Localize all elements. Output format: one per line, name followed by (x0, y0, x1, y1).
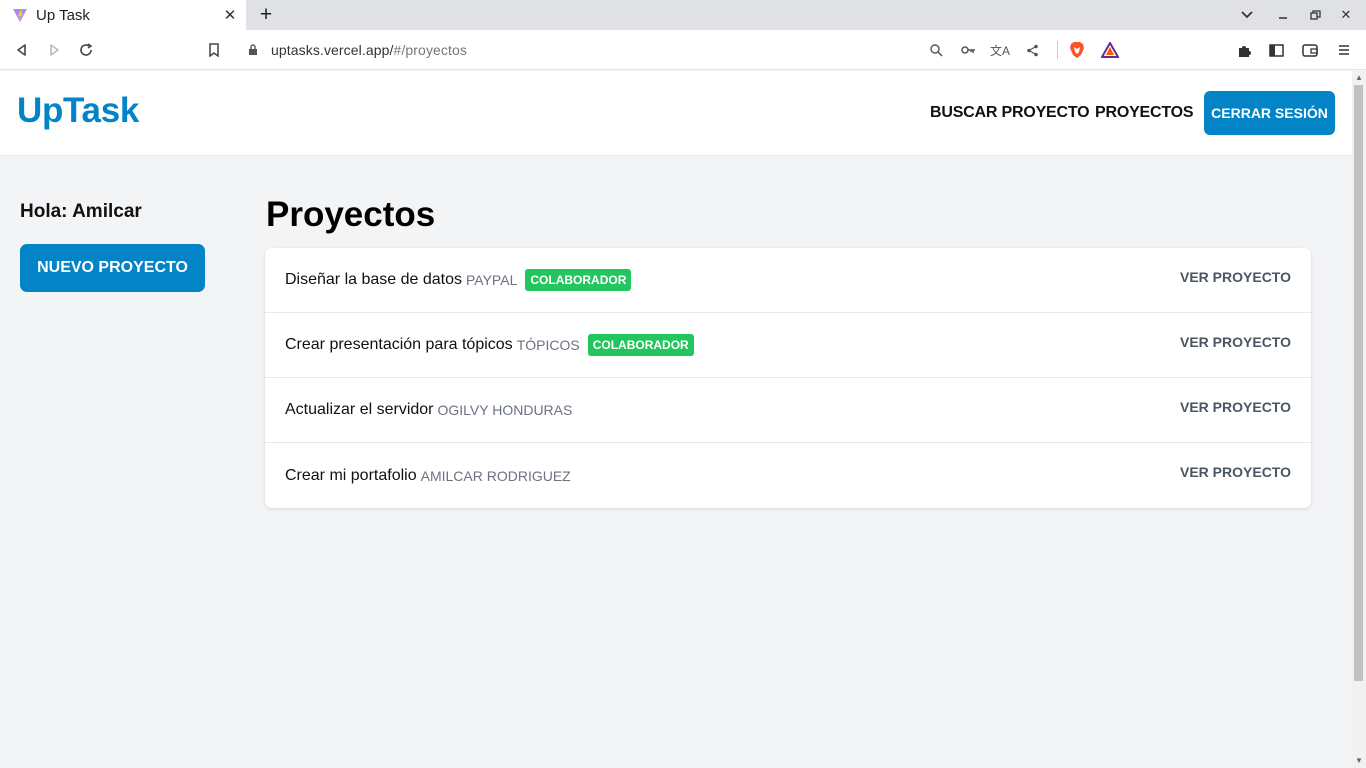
new-project-button[interactable]: NUEVO PROYECTO (20, 244, 205, 292)
page-scrollbar[interactable]: ▲ ▼ (1352, 71, 1366, 768)
sidebar-toggle-icon[interactable] (1264, 38, 1288, 62)
app-header: UpTask BUSCAR PROYECTO PROYECTOS CERRAR … (0, 71, 1352, 156)
close-tab-icon[interactable]: ✕ (218, 3, 242, 27)
scrollbar-thumb[interactable] (1354, 85, 1363, 681)
key-icon[interactable] (958, 40, 978, 60)
logout-button[interactable]: CERRAR SESIÓN (1204, 91, 1335, 135)
project-client: PAYPAL (466, 272, 518, 288)
url-separator (1057, 41, 1058, 59)
translate-icon[interactable]: 文A (990, 40, 1010, 60)
collaborator-badge: COLABORADOR (525, 269, 632, 291)
bookmark-icon[interactable] (202, 38, 226, 62)
project-name: Diseñar la base de datos (285, 271, 462, 288)
lock-icon (248, 43, 258, 61)
back-icon[interactable] (10, 38, 34, 62)
view-project-link[interactable]: VER PROYECTO (1180, 464, 1291, 480)
browser-tabbar: Up Task ✕ + ✕ (0, 0, 1366, 30)
page: UpTask BUSCAR PROYECTO PROYECTOS CERRAR … (0, 71, 1352, 768)
view-project-link[interactable]: VER PROYECTO (1180, 269, 1291, 285)
address-bar[interactable]: uptasks.vercel.app/#/proyectos 文A (237, 34, 1129, 66)
project-name: Crear presentación para tópicos (285, 336, 513, 353)
extensions-icon[interactable] (1232, 38, 1256, 62)
wallet-icon[interactable] (1298, 38, 1322, 62)
vite-favicon-icon (12, 7, 28, 23)
restore-icon[interactable] (1305, 5, 1325, 25)
view-project-link[interactable]: VER PROYECTO (1180, 399, 1291, 415)
project-row: Diseñar la base de datos PAYPAL COLABORA… (265, 248, 1311, 313)
nav-buscar-proyecto[interactable]: BUSCAR PROYECTO (930, 104, 1090, 122)
search-icon[interactable] (926, 40, 946, 60)
view-project-link[interactable]: VER PROYECTO (1180, 334, 1291, 350)
collaborator-badge: COLABORADOR (587, 334, 694, 356)
reload-icon[interactable] (74, 38, 98, 62)
browser-tab[interactable]: Up Task ✕ (0, 0, 246, 30)
project-row: Crear mi portafolio AMILCAR RODRIGUEZ VE… (265, 443, 1311, 508)
project-name: Actualizar el servidor (285, 401, 434, 418)
project-client: OGILVY HONDURAS (437, 402, 573, 418)
brave-shields-icon[interactable] (1067, 40, 1087, 60)
nav-proyectos[interactable]: PROYECTOS (1095, 104, 1194, 122)
scroll-down-icon[interactable]: ▼ (1355, 757, 1363, 765)
minimize-icon[interactable] (1273, 5, 1293, 25)
close-window-icon[interactable]: ✕ (1336, 5, 1356, 25)
menu-icon[interactable] (1332, 38, 1356, 62)
greeting: Hola: Amilcar (20, 201, 142, 222)
tab-search-chevron-icon[interactable] (1237, 5, 1257, 25)
url-text: uptasks.vercel.app/#/proyectos (271, 42, 468, 58)
page-title: Proyectos (266, 195, 436, 234)
project-client: TÓPICOS (516, 337, 580, 353)
scroll-up-icon[interactable]: ▲ (1355, 74, 1363, 82)
forward-icon[interactable] (42, 38, 66, 62)
project-list: Diseñar la base de datos PAYPAL COLABORA… (265, 248, 1311, 508)
project-row: Actualizar el servidor OGILVY HONDURAS V… (265, 378, 1311, 443)
project-row: Crear presentación para tópicos TÓPICOS … (265, 313, 1311, 378)
share-icon[interactable] (1022, 40, 1042, 60)
browser-toolbar: uptasks.vercel.app/#/proyectos 文A (0, 30, 1366, 70)
project-client: AMILCAR RODRIGUEZ (420, 467, 571, 484)
brave-rewards-icon[interactable] (1100, 40, 1120, 60)
logo[interactable]: UpTask (17, 91, 139, 131)
tab-title: Up Task (36, 6, 90, 24)
project-name: Crear mi portafolio (285, 466, 417, 484)
new-tab-icon[interactable]: + (254, 3, 278, 27)
